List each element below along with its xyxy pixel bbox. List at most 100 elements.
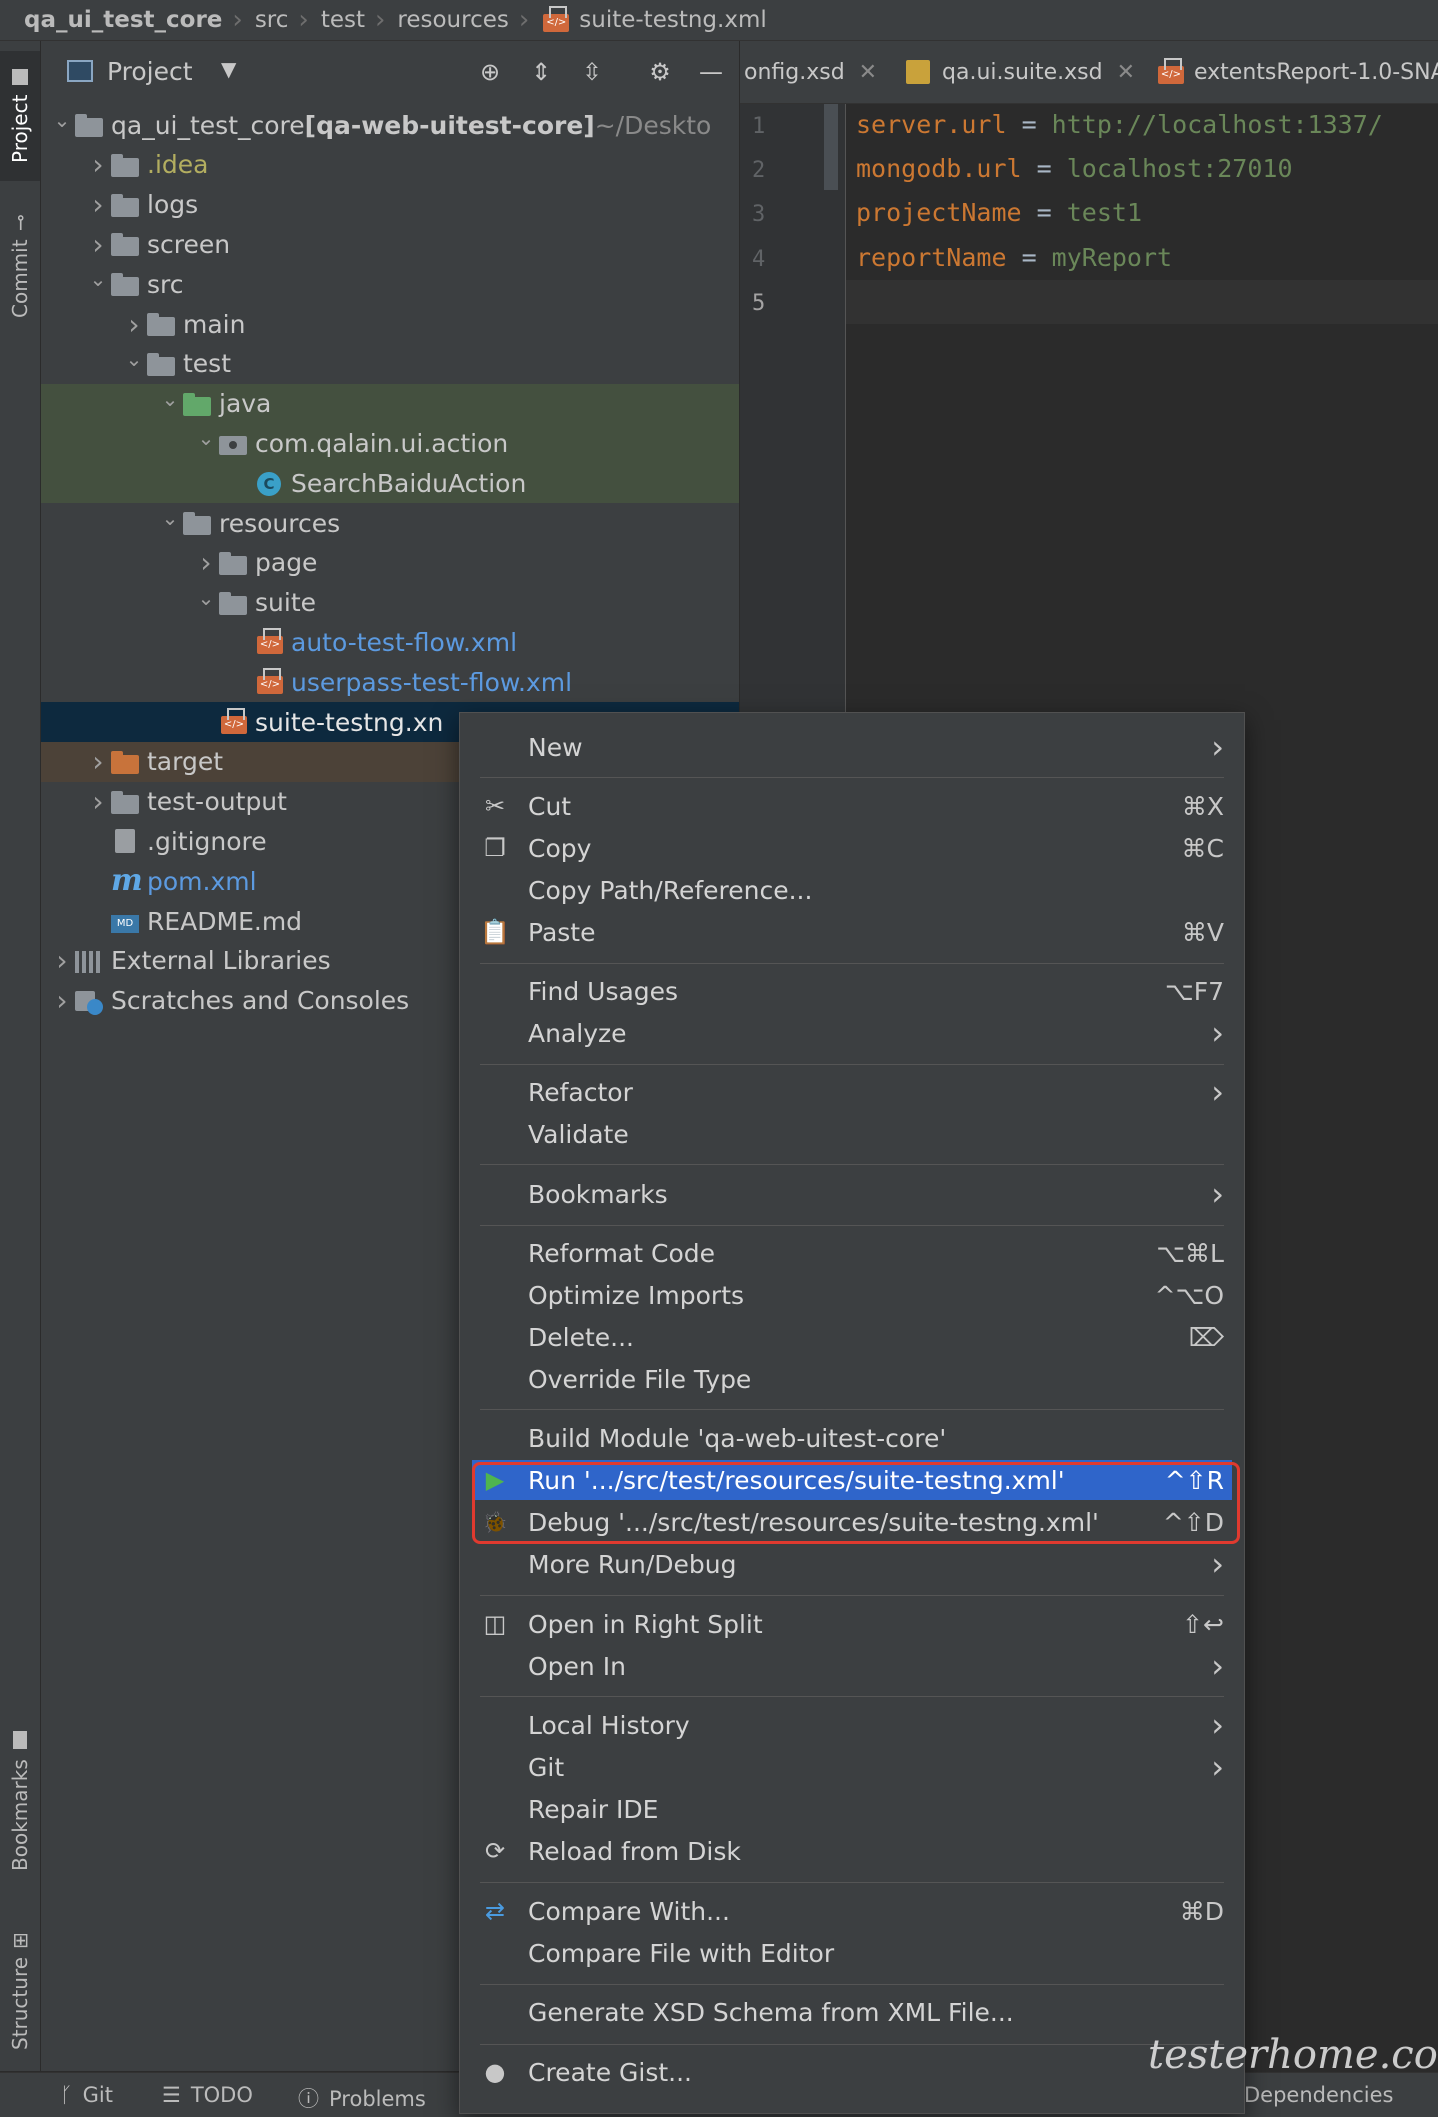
tree-item[interactable]: › screen (41, 224, 739, 264)
dependencies-tool-button[interactable]: Dependencies (1244, 2083, 1393, 2107)
menu-item-local-history[interactable]: Local History › (472, 1705, 1232, 1745)
tree-item[interactable]: › logs (41, 185, 739, 225)
chevron-right-icon[interactable]: › (85, 148, 111, 181)
menu-item-refactor[interactable]: Refactor › (472, 1072, 1232, 1112)
editor-tab-suite-xsd[interactable]: qa.ui.suite.xsd ✕ (906, 41, 1135, 103)
tree-item[interactable]: SearchBaiduAction (41, 463, 739, 504)
git-tool-button[interactable]: ᚴ Git (60, 2083, 113, 2107)
breadcrumb-item-resources[interactable]: resources (389, 7, 514, 33)
menu-item-git[interactable]: Git › (472, 1747, 1232, 1787)
chevron-down-icon[interactable]: ⌄ (49, 108, 75, 132)
xml-file-icon (219, 708, 247, 734)
tree-item[interactable]: ⌄ src (41, 264, 739, 304)
menu-item-override-file-type[interactable]: Override File Type (472, 1359, 1232, 1399)
menu-item-shortcut: ^⇧R (1164, 1465, 1224, 1495)
tree-item[interactable]: ⌄ com.qalain.ui.action (41, 423, 739, 464)
menu-item-build-module[interactable]: Build Module 'qa-web-uitest-core' (472, 1418, 1232, 1458)
editor-tab-config-xsd[interactable]: onfig.xsd ✕ (744, 41, 877, 103)
tree-item[interactable]: ⌄ java (41, 383, 739, 424)
chevron-down-icon[interactable]: ▼ (221, 57, 236, 81)
editor-tab-extents-report[interactable]: extentsReport-1.0-SNAP (1156, 41, 1438, 103)
tree-item[interactable]: ⌄ test (41, 344, 739, 384)
structure-tool-tab[interactable]: Structure ⊞ (0, 1911, 40, 2071)
chevron-down-icon[interactable]: ⌄ (193, 586, 219, 610)
bookmarks-tool-tab[interactable]: Bookmarks (0, 1721, 40, 1881)
menu-item-more-run-debug[interactable]: More Run/Debug › (472, 1544, 1232, 1584)
chevron-right-icon[interactable]: › (85, 745, 111, 778)
project-view-selector[interactable]: Project (107, 57, 193, 86)
breadcrumb-item-src[interactable]: src (247, 7, 295, 33)
tree-item[interactable]: › page (41, 543, 739, 583)
tree-item[interactable]: userpass-test-flow.xml (41, 662, 739, 702)
tree-item[interactable]: ⌄ resources (41, 503, 739, 543)
breadcrumb-item-project[interactable]: qa_ui_test_core (0, 7, 228, 33)
chevron-right-icon[interactable]: › (49, 944, 75, 977)
tree-item[interactable]: › main (41, 304, 739, 344)
chevron-down-icon[interactable]: ⌄ (157, 387, 183, 411)
menu-item-reload-from-disk[interactable]: ⟳ Reload from Disk (472, 1831, 1232, 1871)
close-icon[interactable]: ✕ (1117, 60, 1135, 85)
menu-item-analyze[interactable]: Analyze › (472, 1013, 1232, 1053)
tree-item[interactable]: ⌄ suite (41, 583, 739, 623)
menu-item-compare-file-with-editor[interactable]: Compare File with Editor (472, 1933, 1232, 1973)
expand-all-icon[interactable]: ⇕ (526, 57, 556, 87)
menu-item-compare-with[interactable]: ⇄ Compare With... ⌘D (472, 1891, 1232, 1931)
menu-item-copy-path[interactable]: Copy Path/Reference... (472, 870, 1232, 910)
menu-item-open-in-right-split[interactable]: ◫ Open in Right Split ⇧↩ (472, 1604, 1232, 1644)
chevron-right-icon[interactable]: › (193, 546, 219, 579)
menu-item-label: New (528, 732, 583, 762)
editor-tab-label: extentsReport-1.0-SNAP (1194, 59, 1438, 85)
gear-icon[interactable]: ⚙ (645, 57, 675, 87)
chevron-right-icon: › (1211, 1706, 1224, 1744)
menu-separator (480, 1882, 1224, 1883)
commit-tool-tab[interactable]: Commit ⊸ (0, 201, 40, 331)
chevron-right-icon: › (1211, 1175, 1224, 1213)
menu-item-repair-ide[interactable]: Repair IDE (472, 1789, 1232, 1829)
tree-item-label: test (183, 349, 232, 379)
tree-item[interactable]: ⌄ qa_ui_test_core [qa-web-uitest-core] ~/… (41, 105, 739, 145)
chevron-down-icon[interactable]: ⌄ (121, 347, 147, 371)
chevron-down-icon[interactable]: ⌄ (193, 426, 219, 450)
menu-item-debug[interactable]: 🐞 Debug '.../src/test/resources/suite-tes… (472, 1502, 1232, 1542)
menu-item-run[interactable]: ▶ Run '.../src/test/resources/suite-testn… (472, 1460, 1232, 1500)
menu-item-find-usages[interactable]: Find Usages ⌥F7 (472, 971, 1232, 1011)
tree-item[interactable]: auto-test-flow.xml (41, 622, 739, 662)
menu-item-optimize-imports[interactable]: Optimize Imports ^⌥O (472, 1275, 1232, 1315)
menu-item-copy[interactable]: ❐ Copy ⌘C (472, 828, 1232, 868)
menu-item-generate-xsd-schema[interactable]: Generate XSD Schema from XML File... (472, 1992, 1232, 2032)
chevron-down-icon[interactable]: ⌄ (85, 267, 111, 291)
menu-item-label: Create Gist... (528, 2057, 693, 2087)
menu-item-open-in[interactable]: Open In › (472, 1646, 1232, 1686)
chevron-right-icon[interactable]: › (85, 785, 111, 818)
problems-tool-button[interactable]: ⓘ Problems (298, 2083, 426, 2113)
breadcrumb-item-test[interactable]: test (313, 7, 371, 33)
chevron-right-icon[interactable]: › (121, 308, 147, 341)
menu-item-create-gist[interactable]: ● Create Gist... (472, 2052, 1232, 2092)
list-icon: ☰ (162, 2083, 181, 2107)
menu-item-reformat-code[interactable]: Reformat Code ⌥⌘L (472, 1233, 1232, 1273)
breadcrumb-item-file[interactable]: suite-testng.xml (533, 6, 772, 33)
menu-item-label: Optimize Imports (528, 1280, 745, 1310)
chevron-right-icon[interactable]: › (49, 984, 75, 1017)
hide-panel-icon[interactable]: — (696, 57, 726, 87)
maven-icon (111, 863, 143, 898)
menu-item-paste[interactable]: 📋 Paste ⌘V (472, 912, 1232, 952)
line-number: 5 (752, 290, 766, 316)
menu-item-label: Analyze (528, 1018, 627, 1048)
menu-item-delete[interactable]: Delete... ⌦ (472, 1317, 1232, 1357)
close-icon[interactable]: ✕ (859, 60, 877, 85)
locate-file-icon[interactable]: ⊕ (475, 57, 505, 87)
chevron-down-icon[interactable]: ⌄ (157, 506, 183, 530)
tree-item[interactable]: › .idea (41, 145, 739, 185)
todo-tool-button[interactable]: ☰ TODO (162, 2083, 253, 2107)
project-tool-tab[interactable]: Project (0, 51, 40, 181)
menu-item-cut[interactable]: ✂ Cut ⌘X (472, 786, 1232, 826)
editor-tab-bar: onfig.xsd ✕ qa.ui.suite.xsd ✕ extentsRep… (740, 41, 1438, 104)
menu-item-new[interactable]: New › (472, 727, 1232, 767)
folder-icon (111, 153, 139, 177)
menu-item-validate[interactable]: Validate (472, 1114, 1232, 1154)
menu-item-bookmarks[interactable]: Bookmarks › (472, 1174, 1232, 1214)
chevron-right-icon[interactable]: › (85, 228, 111, 261)
chevron-right-icon[interactable]: › (85, 188, 111, 221)
collapse-all-icon[interactable]: ⇳ (577, 57, 607, 87)
